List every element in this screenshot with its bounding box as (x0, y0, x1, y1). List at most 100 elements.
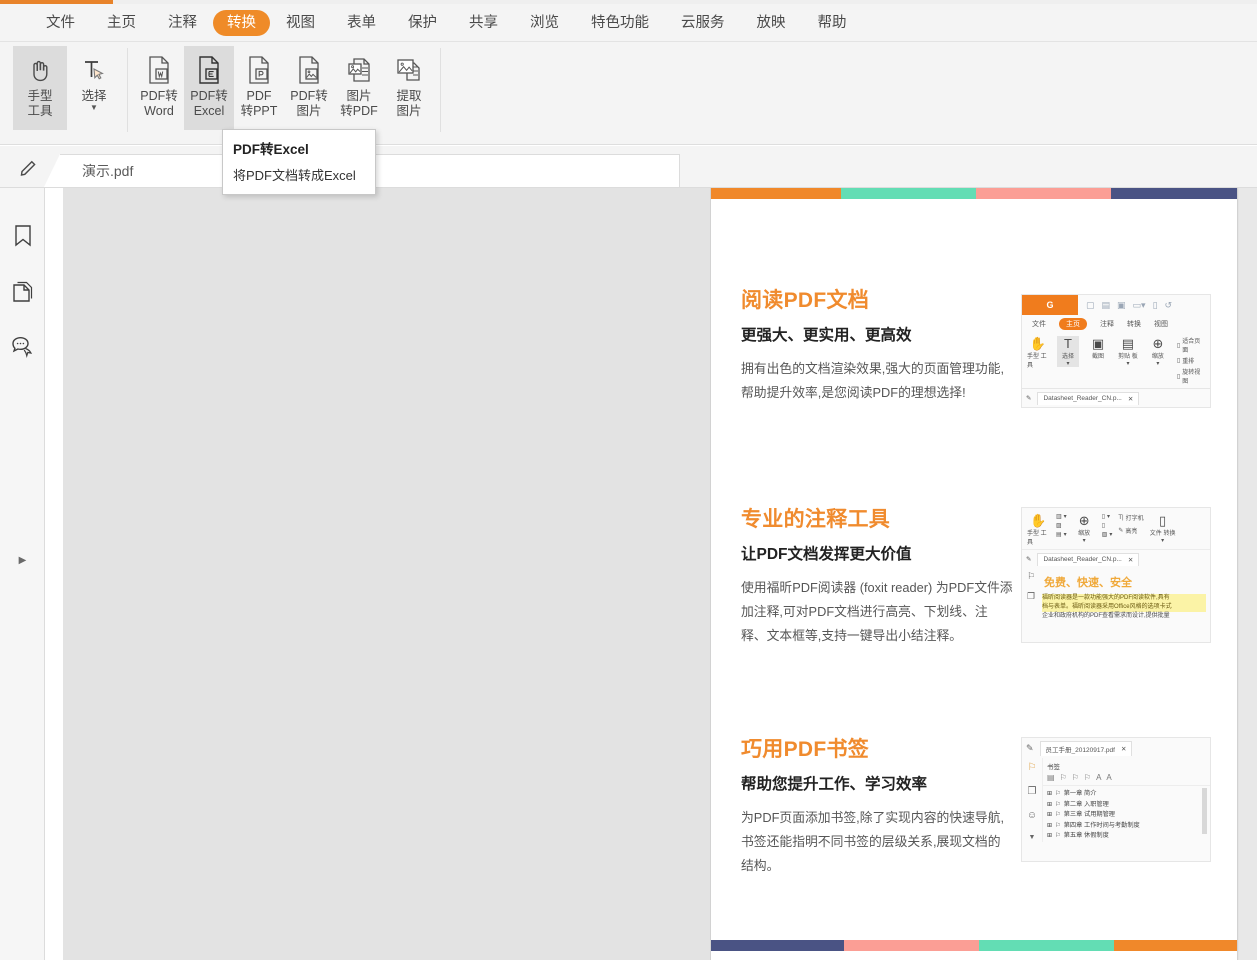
edit-bookmark-icon: ⚐ (1072, 773, 1079, 782)
section-2-body: 使用福昕PDF阅读器 (foxit reader) 为PDF文件添加注释,可对P… (741, 576, 1013, 648)
view-option-label: 适合页面 (1182, 336, 1205, 354)
pdf-to-ppt-button[interactable]: PDF 转PPT (234, 46, 284, 130)
text-tool-icon: ▥ (1056, 513, 1062, 520)
image-to-pdf-icon (343, 53, 375, 87)
pencil-icon: ✎ (1026, 394, 1031, 402)
mini-tab-1: 主页 (1059, 318, 1087, 330)
color-bar-1 (844, 940, 979, 951)
chevron-down-icon: ▾ (1109, 531, 1112, 538)
section-2-subheading: 让PDF文档发挥更大价值 (741, 542, 1013, 564)
expand-plus-icon: ⊞ (1047, 831, 1052, 842)
comment-icon[interactable] (0, 318, 45, 373)
extract-image-label: 提取 图片 (396, 89, 421, 119)
menu-item-0[interactable]: 文件 (30, 10, 91, 36)
extract-image-icon (393, 53, 425, 87)
page-section-1: 阅读PDF文档 更强大、更实用、更高效 拥有出色的文档渲染效果,强大的页面管理功… (741, 284, 1211, 408)
menu-item-6[interactable]: 保护 (392, 10, 453, 36)
menu-item-11[interactable]: 放映 (741, 10, 802, 36)
a-highlight-item: ✎高亮 (1118, 526, 1143, 535)
b-scrollbar-thumb[interactable] (1202, 788, 1207, 834)
chevron-right-icon[interactable]: ▶ (0, 550, 45, 570)
hand-tool-button[interactable]: 手型 工具 (13, 46, 67, 130)
menu-item-10[interactable]: 云服务 (665, 10, 741, 36)
mini-tab-2: 注释 (1100, 319, 1114, 329)
document-tabbar: 演示.pdf (0, 146, 1257, 188)
mini-view-options: ▯适合页面▯重排▯旋转视图 (1177, 336, 1205, 385)
mini-select-tool: T选择▾ (1057, 336, 1079, 367)
pdf-to-word-button[interactable]: PDF转 Word (134, 46, 184, 130)
menu-item-12[interactable]: 帮助 (802, 10, 863, 36)
select-tool-button[interactable]: 选择 ▼ (67, 46, 121, 130)
mini-snapshot-tool: ▣截图 (1087, 336, 1109, 360)
pdf-page: 阅读PDF文档 更强大、更实用、更高效 拥有出色的文档渲染效果,强大的页面管理功… (710, 188, 1238, 960)
zoom-icon: ⊕ (1152, 336, 1163, 351)
bookmark-icon: ⚐ (1027, 571, 1035, 582)
pdf-to-image-label: PDF转 图片 (290, 89, 328, 119)
mini-tab-3: 转换 (1127, 319, 1141, 329)
email-icon: ▭▾ (1133, 300, 1146, 311)
section-1-body: 拥有出色的文档渲染效果,强大的页面管理功能,帮助提升效率,是您阅读PDF的理想选… (741, 357, 1013, 405)
pdf-to-image-button[interactable]: PDF转 图片 (284, 46, 334, 130)
view-option-label: 旋转视图 (1182, 367, 1205, 385)
image-to-pdf-button[interactable]: 图片 转PDF (334, 46, 384, 130)
expand-plus-icon: ⊞ (1047, 821, 1052, 832)
mini-tab-4: 视图 (1154, 319, 1168, 329)
chevron-down-icon: ▾ (1083, 537, 1086, 544)
font-increase-icon: A (1096, 773, 1101, 782)
menu-item-2[interactable]: 注释 (152, 10, 213, 36)
chevron-down-icon[interactable]: ▼ (90, 105, 98, 111)
menu-item-4[interactable]: 视图 (270, 10, 331, 36)
menu-item-7[interactable]: 共享 (453, 10, 514, 36)
bookmark-icon: ⚐ (1028, 762, 1037, 773)
mini-view-option-2: ▯旋转视图 (1177, 367, 1205, 385)
a-convert-tool: ▯文件 转换▾ (1150, 513, 1176, 544)
menu-item-9[interactable]: 特色功能 (575, 10, 665, 36)
list-icon: ▤ (1047, 773, 1055, 782)
color-bar-0 (711, 188, 841, 199)
menu-item-1[interactable]: 主页 (91, 10, 152, 36)
menu-item-3[interactable]: 转换 (213, 10, 270, 36)
b-panel-toolbar: ▤ ⚐ ⚐ ⚐ A A (1043, 773, 1210, 786)
bookmark-label: 第四章 工作时间与考勤制度 (1064, 821, 1140, 832)
bookmark-icon[interactable] (0, 208, 45, 263)
a-doc-title: 免费、快速、安全 (1044, 574, 1206, 590)
a-copy-row: ▧▾ (1102, 531, 1113, 538)
menu-item-8[interactable]: 浏览 (514, 10, 575, 36)
view-option-icon: ▯ (1177, 342, 1180, 349)
a-typewriter-item: T|打字机 (1118, 513, 1143, 522)
page-section-2: 专业的注释工具 让PDF文档发挥更大价值 使用福昕PDF阅读器 (foxit r… (741, 503, 1211, 648)
a-file-tab-label: Datasheet_Reader_CN.p... (1043, 556, 1121, 563)
color-bar-3 (1111, 188, 1238, 199)
pdf-to-ppt-label: PDF 转PPT (241, 89, 278, 119)
ribbon-divider-1 (127, 48, 128, 132)
pencil-icon: ✎ (1026, 555, 1031, 563)
reader-ribbon-screenshot: G ▢ ▤ ▣ ▭▾ ▯ ↺ 文件主页注释转换视图 ✋手型 工具 T (1021, 294, 1211, 408)
hand-icon (25, 53, 55, 87)
mini-view-option-0: ▯适合页面 (1177, 336, 1205, 354)
annotation-screenshot: ✋手型 工具 ▥▾ ▨ ▤▾ ⊕缩放▾ ▯▾ ▯ ▧▾ (1021, 507, 1211, 643)
menu-item-5[interactable]: 表单 (331, 10, 392, 36)
new-icon: ▯ (1153, 300, 1158, 311)
bookmark-label: 第一章 简介 (1064, 789, 1097, 800)
a-zoom-tool: ⊕缩放▾ (1073, 513, 1096, 544)
mini-quick-access-toolbar: ▢ ▤ ▣ ▭▾ ▯ ↺ (1078, 300, 1210, 311)
pages-icon[interactable] (0, 263, 45, 318)
extract-image-button[interactable]: 提取 图片 (384, 46, 434, 130)
image-to-pdf-label: 图片 转PDF (340, 89, 378, 119)
a-side-rail: ⚐ ❐ (1022, 568, 1040, 625)
file-convert-icon: ▯ (1159, 513, 1166, 528)
pdf-to-excel-button[interactable]: PDF转 Excel (184, 46, 234, 130)
ribbon-group-convert: PDF转 Word PDF转 Excel (134, 46, 434, 138)
folder-icon: ▢ (1086, 300, 1095, 311)
page-top-color-bars (711, 188, 1238, 199)
mini-ribbon-tabs: 文件主页注释转换视图 (1022, 315, 1210, 332)
pdf-to-word-label: PDF转 Word (140, 89, 178, 119)
mini-zoom-tool: ⊕缩放▾ (1147, 336, 1169, 367)
mini-hand-tool: ✋手型 工具 (1027, 336, 1049, 369)
snapshot-icon: ▣ (1092, 336, 1104, 351)
close-icon: ✕ (1121, 745, 1126, 753)
bookmark-list-item: ⊞⚐第一章 简介 (1047, 789, 1210, 800)
a-extract-row: ▯ (1102, 522, 1113, 529)
typewriter-icon: T| (1118, 515, 1123, 521)
zoom-icon: ⊕ (1079, 513, 1090, 528)
